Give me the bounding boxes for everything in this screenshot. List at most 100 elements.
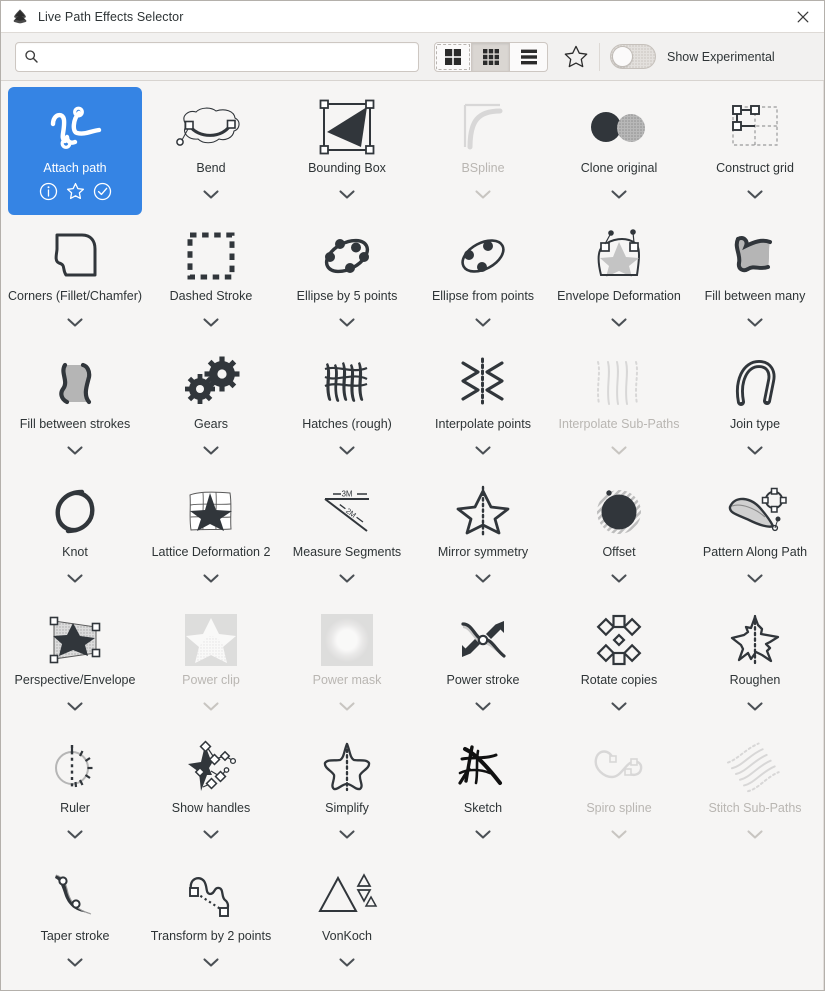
effect-label: Power stroke bbox=[446, 673, 520, 687]
effect-power-clip[interactable]: Power clip bbox=[144, 599, 278, 727]
effect-rotate-copies[interactable]: Rotate copies bbox=[552, 599, 686, 727]
expand-chevron-down-icon[interactable] bbox=[474, 443, 492, 457]
effect-label: Interpolate Sub-Paths bbox=[558, 417, 680, 431]
effect-bend[interactable]: Bend bbox=[144, 87, 278, 215]
expand-chevron-down-icon[interactable] bbox=[202, 827, 220, 841]
effect-transform-by-2-points[interactable]: Transform by 2 points bbox=[144, 855, 278, 983]
effect-stitch-sub-paths[interactable]: Stitch Sub-Paths bbox=[688, 727, 822, 855]
window-title: Live Path Effects Selector bbox=[38, 9, 184, 24]
expand-chevron-down-icon[interactable] bbox=[474, 315, 492, 329]
large-grid-view-button[interactable] bbox=[434, 41, 472, 72]
expand-chevron-down-icon[interactable] bbox=[474, 699, 492, 713]
effect-fill-between-strokes[interactable]: Fill between strokes bbox=[8, 343, 142, 471]
effect-bounding-box[interactable]: Bounding Box bbox=[280, 87, 414, 215]
effect-construct-grid[interactable]: Construct grid bbox=[688, 87, 822, 215]
expand-chevron-down-icon[interactable] bbox=[202, 187, 220, 201]
effect-simplify[interactable]: Simplify bbox=[280, 727, 414, 855]
effect-ruler[interactable]: Ruler bbox=[8, 727, 142, 855]
effect-mirror-symmetry[interactable]: Mirror symmetry bbox=[416, 471, 550, 599]
search-input[interactable] bbox=[45, 42, 410, 71]
vertical-scrollbar[interactable] bbox=[820, 81, 823, 990]
favorites-star-icon[interactable] bbox=[559, 41, 593, 73]
expand-chevron-down-icon[interactable] bbox=[746, 187, 764, 201]
expand-chevron-down-icon[interactable] bbox=[474, 827, 492, 841]
effect-dashed-stroke[interactable]: Dashed Stroke bbox=[144, 215, 278, 343]
effect-spiro-spline[interactable]: Spiro spline bbox=[552, 727, 686, 855]
expand-chevron-down-icon[interactable] bbox=[610, 187, 628, 201]
expand-chevron-down-icon[interactable] bbox=[338, 571, 356, 585]
effect-gears[interactable]: Gears bbox=[144, 343, 278, 471]
expand-chevron-down-icon[interactable] bbox=[746, 443, 764, 457]
effect-bspline[interactable]: BSpline bbox=[416, 87, 550, 215]
effect-lattice-deformation-2[interactable]: Lattice Deformation 2 bbox=[144, 471, 278, 599]
expand-chevron-down-icon[interactable] bbox=[610, 315, 628, 329]
expand-chevron-down-icon[interactable] bbox=[202, 955, 220, 969]
expand-chevron-down-icon[interactable] bbox=[66, 699, 84, 713]
expand-chevron-down-icon[interactable] bbox=[338, 699, 356, 713]
inkscape-logo-icon bbox=[11, 8, 29, 26]
show-experimental-toggle[interactable] bbox=[610, 44, 656, 69]
expand-chevron-down-icon[interactable] bbox=[202, 699, 220, 713]
effect-fill-between-many[interactable]: Fill between many bbox=[688, 215, 822, 343]
apply-check-icon[interactable] bbox=[93, 182, 112, 201]
effect-ellipse-by-5-points[interactable]: Ellipse by 5 points bbox=[280, 215, 414, 343]
effect-hatches-rough[interactable]: Hatches (rough) bbox=[280, 343, 414, 471]
effect-label: Measure Segments bbox=[292, 545, 402, 559]
effect-sketch[interactable]: Sketch bbox=[416, 727, 550, 855]
close-icon[interactable] bbox=[790, 4, 816, 30]
effect-knot[interactable]: Knot bbox=[8, 471, 142, 599]
expand-chevron-down-icon[interactable] bbox=[202, 315, 220, 329]
expand-chevron-down-icon[interactable] bbox=[202, 571, 220, 585]
effect-envelope-deformation[interactable]: Envelope Deformation bbox=[552, 215, 686, 343]
list-view-button[interactable] bbox=[510, 41, 548, 72]
view-mode-buttons bbox=[434, 41, 548, 72]
expand-chevron-down-icon[interactable] bbox=[338, 827, 356, 841]
effect-show-handles[interactable]: Show handles bbox=[144, 727, 278, 855]
expand-chevron-down-icon[interactable] bbox=[202, 443, 220, 457]
expand-chevron-down-icon[interactable] bbox=[66, 315, 84, 329]
expand-chevron-down-icon[interactable] bbox=[610, 443, 628, 457]
effect-power-stroke[interactable]: Power stroke bbox=[416, 599, 550, 727]
effect-measure-segments[interactable]: 3M 2M Measure Segments bbox=[280, 471, 414, 599]
expand-chevron-down-icon[interactable] bbox=[338, 443, 356, 457]
effect-label: Bounding Box bbox=[308, 161, 386, 175]
effect-corners-fillet-chamfer[interactable]: Corners (Fillet/Chamfer) bbox=[8, 215, 142, 343]
info-icon[interactable] bbox=[39, 182, 58, 201]
effect-roughen[interactable]: Roughen bbox=[688, 599, 822, 727]
expand-chevron-down-icon[interactable] bbox=[610, 699, 628, 713]
effects-scroll-area[interactable]: Attach path Bend Bounding Box BSpline Cl… bbox=[1, 81, 824, 990]
expand-chevron-down-icon[interactable] bbox=[746, 315, 764, 329]
expand-chevron-down-icon[interactable] bbox=[338, 315, 356, 329]
effect-label: Transform by 2 points bbox=[150, 929, 272, 943]
effect-clone-original[interactable]: Clone original bbox=[552, 87, 686, 215]
expand-chevron-down-icon[interactable] bbox=[66, 955, 84, 969]
expand-chevron-down-icon[interactable] bbox=[746, 699, 764, 713]
effect-attach-path[interactable]: Attach path bbox=[8, 87, 142, 215]
expand-chevron-down-icon[interactable] bbox=[474, 571, 492, 585]
effect-offset[interactable]: Offset bbox=[552, 471, 686, 599]
expand-chevron-down-icon[interactable] bbox=[746, 571, 764, 585]
expand-chevron-down-icon[interactable] bbox=[338, 955, 356, 969]
expand-chevron-down-icon[interactable] bbox=[66, 443, 84, 457]
transform-by-2-points-icon bbox=[144, 863, 278, 929]
star-icon[interactable] bbox=[66, 182, 85, 201]
expand-chevron-down-icon[interactable] bbox=[610, 571, 628, 585]
expand-chevron-down-icon[interactable] bbox=[66, 571, 84, 585]
effect-taper-stroke[interactable]: Taper stroke bbox=[8, 855, 142, 983]
effect-perspective-envelope[interactable]: Perspective/Envelope bbox=[8, 599, 142, 727]
small-grid-view-button[interactable] bbox=[472, 41, 510, 72]
effect-interpolate-sub-paths[interactable]: Interpolate Sub-Paths bbox=[552, 343, 686, 471]
effect-vonkoch[interactable]: VonKoch bbox=[280, 855, 414, 983]
bend-icon bbox=[144, 95, 278, 161]
expand-chevron-down-icon[interactable] bbox=[610, 827, 628, 841]
effect-ellipse-from-points[interactable]: Ellipse from points bbox=[416, 215, 550, 343]
effect-join-type[interactable]: Join type bbox=[688, 343, 822, 471]
search-box[interactable] bbox=[15, 41, 419, 72]
expand-chevron-down-icon[interactable] bbox=[66, 827, 84, 841]
expand-chevron-down-icon[interactable] bbox=[746, 827, 764, 841]
effect-pattern-along-path[interactable]: Pattern Along Path bbox=[688, 471, 822, 599]
expand-chevron-down-icon[interactable] bbox=[474, 187, 492, 201]
expand-chevron-down-icon[interactable] bbox=[338, 187, 356, 201]
effect-interpolate-points[interactable]: Interpolate points bbox=[416, 343, 550, 471]
effect-power-mask[interactable]: Power mask bbox=[280, 599, 414, 727]
